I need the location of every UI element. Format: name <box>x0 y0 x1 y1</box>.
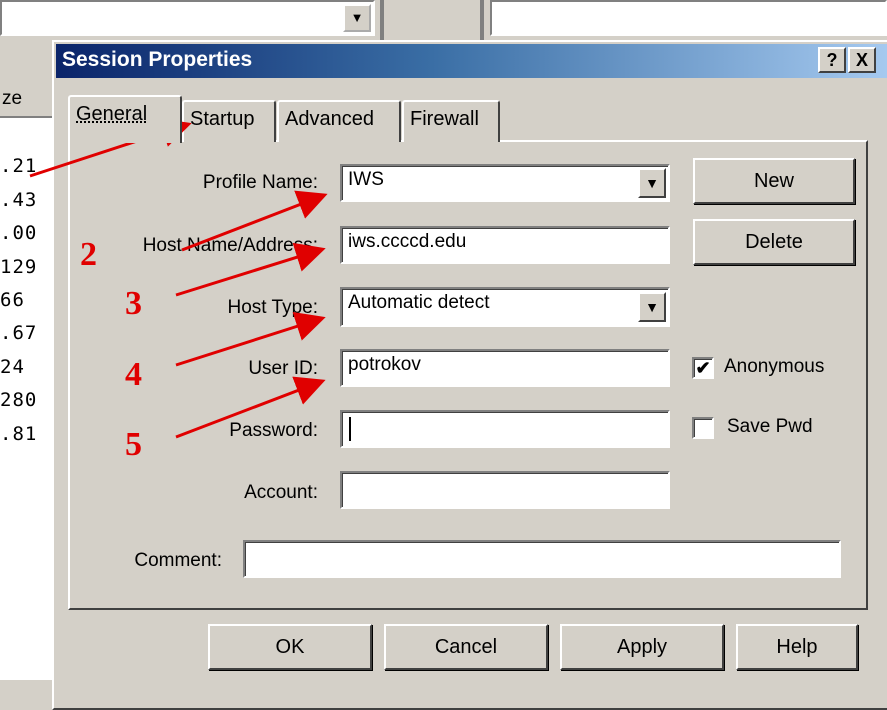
arrow-to-user-id <box>175 376 326 439</box>
tab-label: General <box>76 103 148 125</box>
tab-general[interactable]: General <box>68 95 182 143</box>
arrow-to-host-name <box>175 242 326 297</box>
annotation-number-2: 2 <box>80 236 97 273</box>
arrow-to-profile-name <box>181 190 328 252</box>
annotation-number-3: 3 <box>125 285 142 322</box>
arrow-to-host-type <box>175 312 326 367</box>
annotation-number-4: 4 <box>125 356 142 393</box>
annotation-number-5: 5 <box>125 426 142 463</box>
